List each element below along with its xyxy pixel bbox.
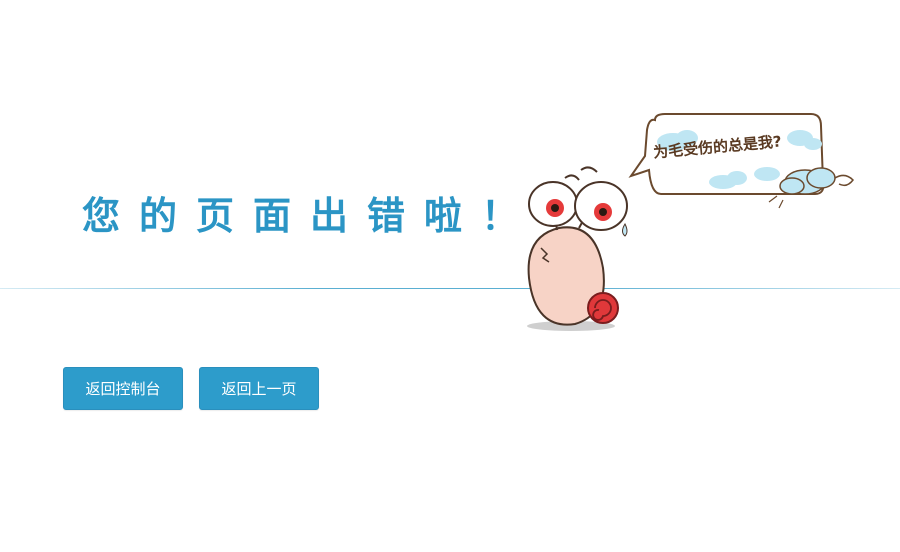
- error-title: 您的页面出错啦！: [82, 193, 539, 238]
- eye-right: [574, 181, 628, 231]
- action-buttons: 返回控制台 返回上一页: [63, 367, 319, 410]
- back-to-console-button[interactable]: 返回控制台: [63, 367, 183, 410]
- snail-mascot: 为毛受伤的总是我?: [515, 108, 865, 338]
- back-to-previous-page-button[interactable]: 返回上一页: [199, 367, 319, 410]
- error-page: 您的页面出错啦！ 为毛受伤的总是我? 返回控制台 返回上一页: [0, 0, 900, 552]
- eye-left: [528, 181, 578, 227]
